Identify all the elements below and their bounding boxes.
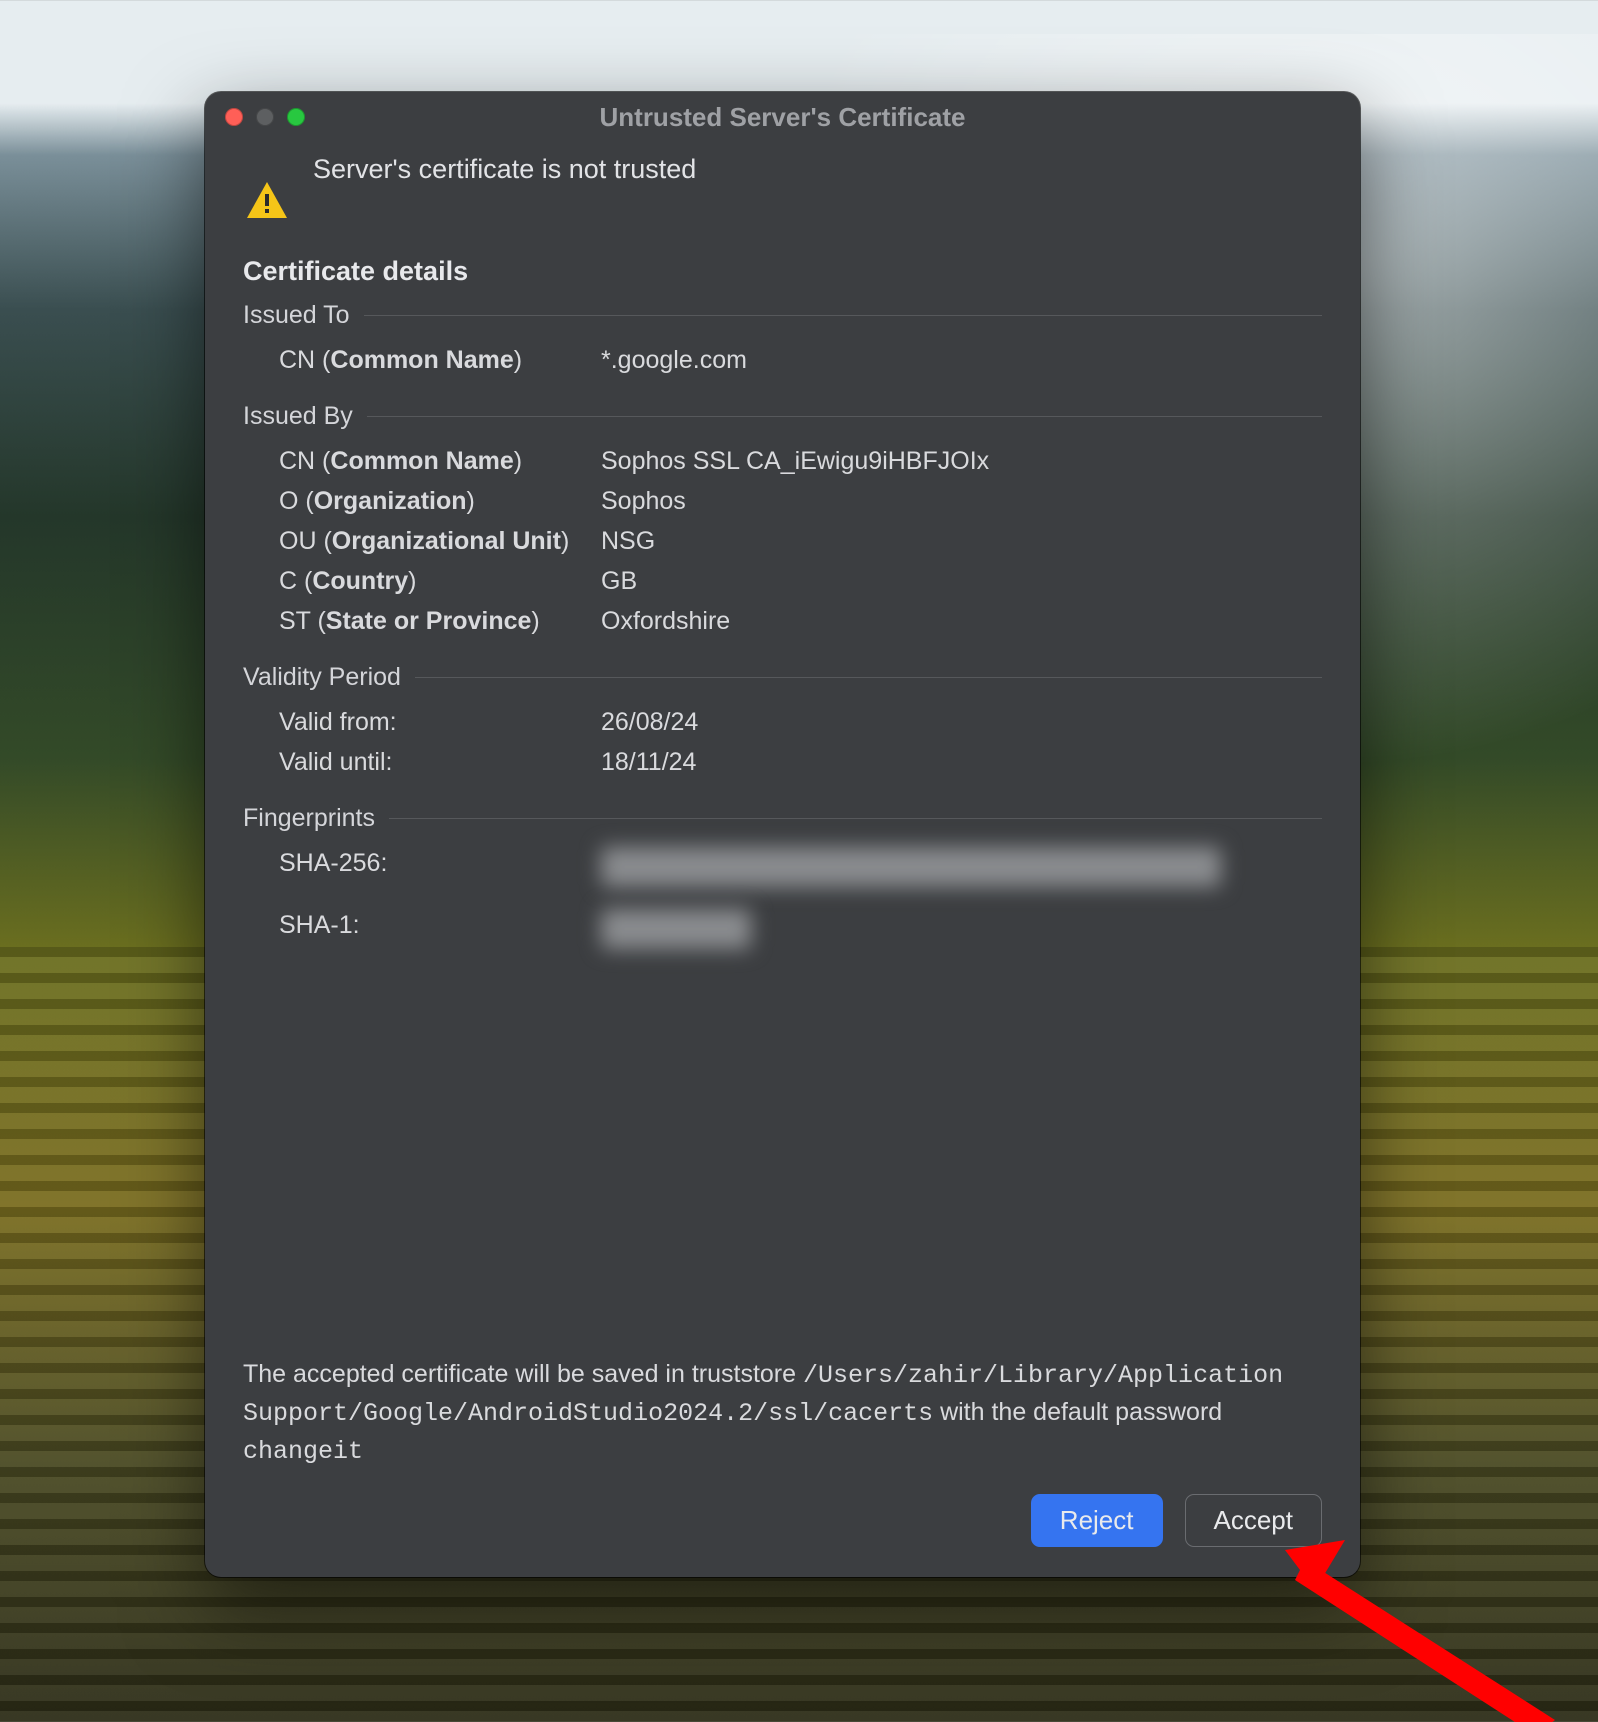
issued-by-cn-value: Sophos SSL CA_iEwigu9iHBFJOIx [601, 441, 1322, 481]
valid-from-label: Valid from: [279, 702, 601, 742]
sha1-row: SHA-1: ████████ [279, 905, 1322, 953]
divider [415, 677, 1322, 678]
alert-row: Server's certificate is not trusted [243, 152, 1322, 226]
validity-group: Validity Period Valid from: 26/08/24 Val… [243, 663, 1322, 782]
sha256-value: ████████████████████████████████ [601, 847, 1221, 887]
fingerprints-group: Fingerprints SHA-256: ██████████████████… [243, 804, 1322, 953]
truststore-password: changeit [243, 1437, 363, 1466]
sha256-row: SHA-256: ███████████████████████████████… [279, 843, 1322, 891]
issued-by-c-row: C (Country) GB [279, 561, 1322, 601]
minimize-window-button[interactable] [256, 108, 274, 126]
titlebar: Untrusted Server's Certificate [205, 92, 1360, 142]
sha1-label: SHA-1: [279, 905, 601, 953]
valid-until-value: 18/11/24 [601, 742, 1322, 782]
alert-message: Server's certificate is not trusted [313, 154, 696, 185]
valid-from-value: 26/08/24 [601, 702, 1322, 742]
window-controls [225, 108, 305, 126]
accept-button[interactable]: Accept [1185, 1494, 1323, 1547]
sha1-value: ████████ [601, 909, 751, 949]
issued-by-st-row: ST (State or Province) Oxfordshire [279, 601, 1322, 641]
certificate-dialog: Untrusted Server's Certificate Server's … [205, 92, 1360, 1577]
close-window-button[interactable] [225, 108, 243, 126]
zoom-window-button[interactable] [287, 108, 305, 126]
issued-by-c-value: GB [601, 561, 1322, 601]
issued-by-o-label: O (Organization) [279, 481, 601, 521]
issued-by-o-value: Sophos [601, 481, 1322, 521]
issued-by-label: Issued By [243, 402, 353, 431]
issued-by-ou-label: OU (Organizational Unit) [279, 521, 601, 561]
issued-by-c-label: C (Country) [279, 561, 601, 601]
dialog-content: Server's certificate is not trusted Cert… [205, 142, 1360, 1494]
issued-by-cn-row: CN (Common Name) Sophos SSL CA_iEwigu9iH… [279, 441, 1322, 481]
validity-label: Validity Period [243, 663, 401, 692]
issued-to-label: Issued To [243, 301, 350, 330]
valid-from-row: Valid from: 26/08/24 [279, 702, 1322, 742]
issued-to-cn-label: CN (Common Name) [279, 340, 601, 380]
valid-until-label: Valid until: [279, 742, 601, 782]
truststore-note: The accepted certificate will be saved i… [243, 1356, 1322, 1470]
issued-by-ou-value: NSG [601, 521, 1322, 561]
divider [389, 818, 1322, 819]
issued-to-cn-value: *.google.com [601, 340, 1322, 380]
issued-to-group: Issued To CN (Common Name) *.google.com [243, 301, 1322, 380]
fingerprints-label: Fingerprints [243, 804, 375, 833]
issued-by-st-value: Oxfordshire [601, 601, 1322, 641]
window-title: Untrusted Server's Certificate [205, 102, 1360, 133]
divider [367, 416, 1322, 417]
sha256-label: SHA-256: [279, 843, 601, 891]
warning-icon [243, 178, 291, 226]
issued-by-group: Issued By CN (Common Name) Sophos SSL CA… [243, 402, 1322, 641]
reject-button[interactable]: Reject [1031, 1494, 1163, 1547]
issued-by-cn-label: CN (Common Name) [279, 441, 601, 481]
dialog-buttons: Reject Accept [205, 1494, 1360, 1577]
certificate-details-heading: Certificate details [243, 256, 1322, 287]
issued-by-ou-row: OU (Organizational Unit) NSG [279, 521, 1322, 561]
issued-to-cn-row: CN (Common Name) *.google.com [279, 340, 1322, 380]
issued-by-o-row: O (Organization) Sophos [279, 481, 1322, 521]
divider [364, 315, 1322, 316]
issued-by-st-label: ST (State or Province) [279, 601, 601, 641]
valid-until-row: Valid until: 18/11/24 [279, 742, 1322, 782]
